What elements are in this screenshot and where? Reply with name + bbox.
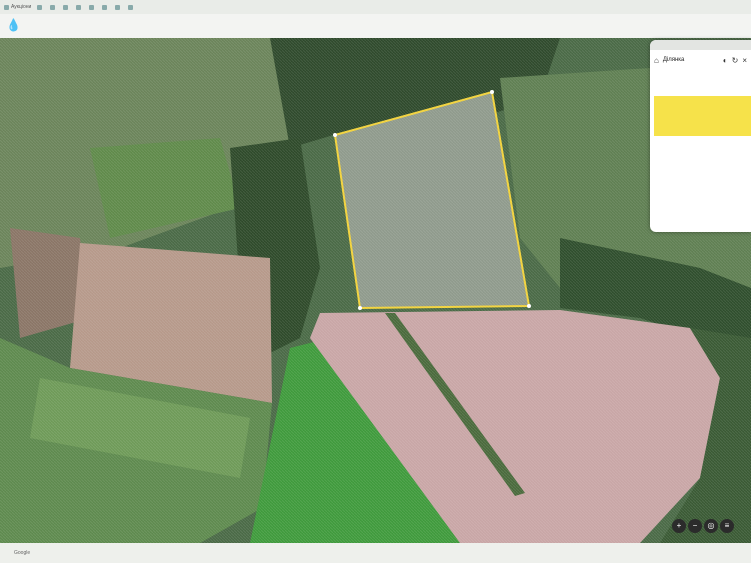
refresh-icon[interactable]: ↻ xyxy=(732,56,739,65)
bookmark-item[interactable] xyxy=(115,4,122,10)
panel-header: ⌂ Ділянка ◐ ↻ × xyxy=(650,50,751,70)
panel-field xyxy=(650,142,751,148)
bookmark-item[interactable] xyxy=(89,4,96,10)
bookmark-icon xyxy=(115,4,121,10)
panel-description xyxy=(650,70,751,94)
bookmark-item[interactable]: Аукціони xyxy=(4,4,31,10)
bookmark-item[interactable] xyxy=(128,4,135,10)
zoom-out-icon[interactable]: − xyxy=(688,519,702,533)
close-icon[interactable]: × xyxy=(742,56,747,65)
bookmark-icon xyxy=(37,4,43,10)
panel-title: Ділянка xyxy=(662,57,685,63)
map-attribution: Google xyxy=(14,550,31,556)
map-status-bar: Google xyxy=(0,543,751,563)
bookmark-icon xyxy=(63,4,69,10)
bookmark-icon xyxy=(4,4,9,10)
bookmark-icon xyxy=(76,4,82,10)
drop-icon[interactable]: 💧 xyxy=(6,18,21,32)
screen-moire xyxy=(0,38,751,543)
bookmark-item[interactable] xyxy=(50,4,57,10)
bookmark-icon xyxy=(89,4,95,10)
locate-icon[interactable]: ◎ xyxy=(704,519,718,533)
bookmark-item[interactable] xyxy=(102,4,109,10)
help-icon[interactable]: ◐ xyxy=(723,56,728,65)
map-imagery xyxy=(0,38,751,543)
app-toolbar: 💧 xyxy=(0,14,751,39)
bookmark-icon xyxy=(128,4,134,10)
panel-note xyxy=(654,96,751,136)
bookmark-item[interactable] xyxy=(37,4,44,10)
layers-icon[interactable]: ≡ xyxy=(720,519,734,533)
home-icon[interactable]: ⌂ xyxy=(654,56,659,65)
bookmark-icon xyxy=(102,4,108,10)
info-panel: ⌂ Ділянка ◐ ↻ × xyxy=(650,40,751,232)
bookmarks-bar: Аукціони xyxy=(0,0,751,14)
bookmark-icon xyxy=(50,4,56,10)
bookmark-item[interactable] xyxy=(76,4,83,10)
zoom-in-icon[interactable]: + xyxy=(672,519,686,533)
panel-top-label xyxy=(650,40,751,50)
satellite-map[interactable]: + − ◎ ≡ xyxy=(0,38,751,543)
bookmark-item[interactable] xyxy=(63,4,70,10)
